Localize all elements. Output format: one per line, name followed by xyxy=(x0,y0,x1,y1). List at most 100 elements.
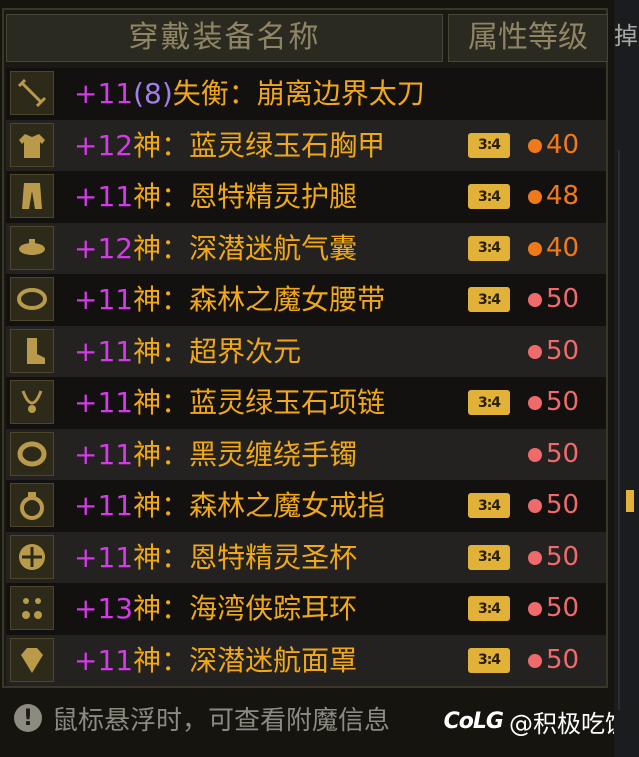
item-label[interactable]: +11神：超界次元 xyxy=(74,326,301,378)
set-badge-icon: 3:4 xyxy=(468,287,510,312)
item-name: 神：蓝灵绿玉石项链 xyxy=(133,386,386,419)
reinforce-level: +11 xyxy=(74,386,134,419)
item-name: 神：海湾侠踪耳环 xyxy=(133,592,358,625)
magicstone-icon[interactable] xyxy=(10,637,54,682)
set-badge-icon: 3:4 xyxy=(468,184,510,209)
attribute-level: 40 xyxy=(546,232,580,263)
item-label[interactable]: +12神：蓝灵绿玉石胸甲 xyxy=(74,120,385,172)
set-badge-icon: 3:4 xyxy=(468,647,510,673)
item-label[interactable]: +11神：蓝灵绿玉石项链 xyxy=(74,377,385,429)
item-name: 神：深潜迷航面罩 xyxy=(133,643,358,677)
header-equipment-name[interactable]: 穿戴装备名称 xyxy=(6,14,443,62)
grade-dot-icon xyxy=(528,602,542,616)
grade-dot-icon xyxy=(528,293,542,307)
adjacent-panel-edge: 掉 xyxy=(614,0,639,757)
equipment-row[interactable]: +12神：深潜迷航气囊 3:4 40 xyxy=(6,222,606,275)
set-badge-icon: 3:4 xyxy=(468,596,510,621)
reinforce-level: +13 xyxy=(74,592,134,625)
equipment-row[interactable]: +11神：深潜迷航面罩 3:4 50 xyxy=(6,634,606,687)
header-attribute-grade[interactable]: 属性等级 xyxy=(448,14,608,62)
item-label[interactable]: +13神：海湾侠踪耳环 xyxy=(74,583,357,635)
edge-marker-icon xyxy=(626,490,634,512)
item-name: 神：超界次元 xyxy=(133,334,302,368)
equipment-row[interactable]: +11神：恩特精灵护腿 3:4 48 xyxy=(6,171,606,223)
reinforce-level: +11 xyxy=(74,77,134,110)
grade-dot-icon xyxy=(528,241,542,256)
equipment-row[interactable]: +11神：超界次元 50 xyxy=(6,325,606,378)
attribute-level: 40 xyxy=(546,129,580,160)
boots-icon[interactable] xyxy=(10,328,54,373)
coat-icon[interactable] xyxy=(10,122,54,167)
equipment-row[interactable]: +11(8)失衡：崩离边界太刀 xyxy=(6,68,606,120)
item-label[interactable]: +11神：黑灵缠绕手镯 xyxy=(74,429,357,481)
reinforce-level: +11 xyxy=(74,180,134,213)
pants-icon[interactable] xyxy=(10,174,54,218)
grade-dot-icon xyxy=(528,653,542,668)
item-name: 神：恩特精灵圣杯 xyxy=(133,540,358,574)
hint-text: 鼠标悬浮时，可查看附魔信息 xyxy=(52,705,391,736)
reinforce-level: +11 xyxy=(74,489,134,522)
equipment-row[interactable]: +11神：蓝灵绿玉石项链 3:4 50 xyxy=(6,377,606,429)
item-label[interactable]: +11神：深潜迷航面罩 xyxy=(74,635,357,687)
equipment-row[interactable]: +12神：蓝灵绿玉石胸甲 3:4 40 xyxy=(6,119,606,172)
grade-dot-icon xyxy=(528,396,542,410)
item-label[interactable]: +11神：恩特精灵护腿 xyxy=(74,171,357,223)
item-label[interactable]: +11神：森林之魔女戒指 xyxy=(74,480,385,532)
item-name: 失衡：崩离边界太刀 xyxy=(172,77,425,110)
item-name: 神：深潜迷航气囊 xyxy=(133,231,358,265)
reinforce-level: +12 xyxy=(74,231,134,265)
equipment-list: +11(8)失衡：崩离边界太刀 +12神：蓝灵绿玉石胸甲 3:4 40 +11神：恩特精… xyxy=(6,68,606,686)
belt-icon[interactable] xyxy=(10,277,54,321)
grade-dot-icon xyxy=(528,344,542,359)
earring-icon[interactable] xyxy=(10,586,54,630)
set-badge-icon: 3:4 xyxy=(468,493,510,518)
item-label[interactable]: +11神：恩特精灵圣杯 xyxy=(74,532,357,584)
amplify-count: (8) xyxy=(133,77,173,110)
equipment-row[interactable]: +11神：黑灵缠绕手镯 50 xyxy=(6,428,606,481)
ring-icon[interactable] xyxy=(10,483,54,527)
colg-logo: CoLG xyxy=(443,709,504,734)
reinforce-level: +11 xyxy=(74,643,134,677)
table-header: 穿戴装备名称 属性等级 xyxy=(6,14,608,62)
item-name: 神：森林之魔女腰带 xyxy=(133,283,386,316)
grade-dot-icon xyxy=(528,190,542,204)
equipment-window: 穿戴装备名称 属性等级 +11(8)失衡：崩离边界太刀 +12神：蓝灵绿玉石胸甲 3… xyxy=(0,0,639,757)
edge-divider xyxy=(618,150,620,710)
grade-dot-icon xyxy=(528,499,542,513)
item-name: 神：蓝灵绿玉石胸甲 xyxy=(133,128,386,162)
edge-glyph-icon: 掉 xyxy=(614,22,638,50)
set-badge-icon: 3:4 xyxy=(468,544,510,570)
item-label[interactable]: +12神：深潜迷航气囊 xyxy=(74,223,357,275)
attribute-level: 50 xyxy=(546,335,580,366)
attribute-level: 50 xyxy=(546,593,580,623)
item-name: 神：恩特精灵护腿 xyxy=(133,180,358,213)
attribute-level: 50 xyxy=(546,284,580,314)
set-badge-icon: 3:4 xyxy=(468,235,510,261)
attribute-level: 50 xyxy=(546,541,580,572)
equipment-row[interactable]: +11神：森林之魔女腰带 3:4 50 xyxy=(6,274,606,326)
necklace-icon[interactable] xyxy=(10,380,54,424)
equipment-row[interactable]: +11神：恩特精灵圣杯 3:4 50 xyxy=(6,531,606,584)
watermark: CoLG @积极吃饭 xyxy=(444,704,629,739)
item-label[interactable]: +11神：森林之魔女腰带 xyxy=(74,274,385,326)
attribute-level: 50 xyxy=(546,438,580,469)
item-label[interactable]: +11(8)失衡：崩离边界太刀 xyxy=(74,68,425,120)
equipment-row[interactable]: +13神：海湾侠踪耳环 3:4 50 xyxy=(6,583,606,635)
equipment-row[interactable]: +11神：森林之魔女戒指 3:4 50 xyxy=(6,480,606,532)
item-name: 神：黑灵缠绕手镯 xyxy=(133,437,358,471)
reinforce-level: +11 xyxy=(74,283,134,316)
grade-dot-icon xyxy=(528,447,542,462)
set-badge-icon: 3:4 xyxy=(468,132,510,158)
attribute-level: 50 xyxy=(546,644,580,675)
sword-icon[interactable] xyxy=(10,71,54,115)
bracelet-icon[interactable] xyxy=(10,431,54,476)
grade-dot-icon xyxy=(528,138,542,153)
shoulder-icon[interactable] xyxy=(10,225,54,270)
attribute-level: 50 xyxy=(546,387,580,417)
reinforce-level: +11 xyxy=(74,437,134,471)
set-badge-icon: 3:4 xyxy=(468,390,510,415)
grade-dot-icon xyxy=(528,550,542,565)
item-name: 神：森林之魔女戒指 xyxy=(133,489,386,522)
subequip-icon[interactable] xyxy=(10,534,54,579)
watermark-author: @积极吃饭 xyxy=(509,710,629,738)
